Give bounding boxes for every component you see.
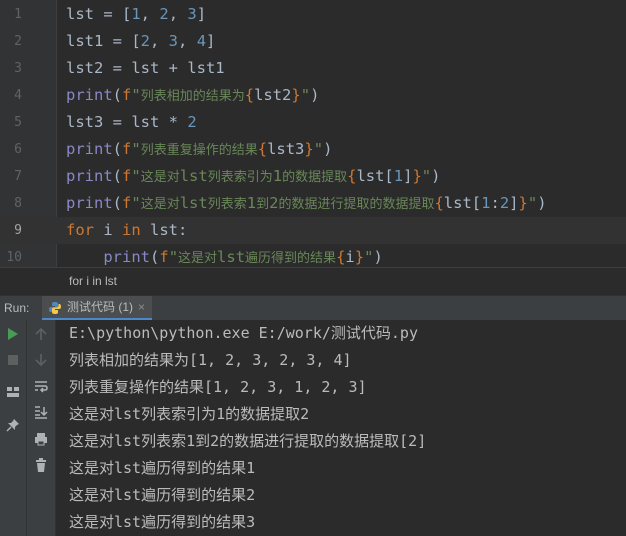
- code-text: print(f"列表相加的结果为{lst2}"): [66, 86, 320, 104]
- breadcrumb-item[interactable]: for i in lst: [69, 268, 117, 295]
- code-text: lst1 = [2, 3, 4]: [66, 32, 216, 50]
- run-tab[interactable]: 测试代码 (1) ×: [42, 296, 152, 320]
- line-number: 6: [14, 142, 22, 157]
- line-number: 4: [14, 88, 22, 103]
- code-line[interactable]: 10 print(f"这是对lst遍历得到的结果{i}"): [0, 244, 626, 267]
- code-line[interactable]: 8 print(f"这是对lst列表索1到2的数据进行提取的数据提取{lst[1:…: [0, 190, 626, 217]
- code-text: lst3 = lst * 2: [66, 113, 197, 131]
- console-line: 这是对lst列表索1到2的数据进行提取的数据提取[2]: [69, 432, 427, 450]
- code-text: print(f"这是对lst列表索1到2的数据进行提取的数据提取{lst[1:2…: [66, 194, 547, 212]
- run-left-toolbar: [0, 320, 27, 536]
- line-number: 10: [6, 250, 22, 265]
- stop-icon[interactable]: [5, 352, 21, 368]
- console-line: 列表相加的结果为[1, 2, 3, 2, 3, 4]: [69, 351, 352, 369]
- console-line: 这是对lst遍历得到的结果2: [69, 486, 256, 504]
- line-number: 3: [14, 61, 22, 76]
- console-line: 这是对lst列表索引为1的数据提取2: [69, 405, 310, 423]
- soft-wrap-icon[interactable]: [33, 378, 49, 394]
- down-arrow-icon[interactable]: [33, 352, 49, 368]
- code-text: lst = [1, 2, 3]: [66, 5, 207, 23]
- code-line[interactable]: 2 lst1 = [2, 3, 4]: [0, 28, 626, 55]
- console-line: 这是对lst遍历得到的结果1: [69, 459, 256, 477]
- line-number: 8: [14, 196, 22, 211]
- line-number: 2: [14, 34, 22, 49]
- line-number: 7: [14, 169, 22, 184]
- close-tab-icon[interactable]: ×: [138, 296, 145, 318]
- code-line[interactable]: 3 lst2 = lst + lst1: [0, 55, 626, 82]
- code-line[interactable]: 1 lst = [1, 2, 3]: [0, 1, 626, 28]
- run-label: Run:: [4, 301, 30, 315]
- python-icon: [49, 302, 61, 314]
- code-text: print(f"这是对lst列表索引为1的数据提取{lst[1]}"): [66, 167, 441, 185]
- line-number: 9: [14, 223, 22, 238]
- run-tab-label: 测试代码 (1): [67, 300, 134, 314]
- layout-icon[interactable]: [5, 384, 21, 400]
- print-icon[interactable]: [33, 431, 49, 447]
- code-text: for i in lst:: [66, 221, 188, 239]
- code-text: lst2 = lst + lst1: [66, 59, 225, 77]
- trash-icon[interactable]: [33, 457, 49, 473]
- code-line[interactable]: 7 print(f"这是对lst列表索引为1的数据提取{lst[1]}"): [0, 163, 626, 190]
- line-number: 1: [14, 7, 22, 22]
- run-secondary-toolbar: [27, 320, 56, 536]
- run-icon[interactable]: [5, 326, 21, 342]
- console-line: 这是对lst遍历得到的结果3: [69, 513, 256, 531]
- line-number: 5: [14, 115, 22, 130]
- console-output[interactable]: E:\python\python.exe E:/work/测试代码.py 列表相…: [56, 320, 626, 536]
- scroll-to-end-icon[interactable]: [33, 404, 49, 420]
- breadcrumb[interactable]: for i in lst: [0, 267, 626, 295]
- console-line: E:\python\python.exe E:/work/测试代码.py: [69, 324, 418, 342]
- code-text: print(f"这是对lst遍历得到的结果{i}"): [103, 248, 383, 266]
- code-line[interactable]: 4 print(f"列表相加的结果为{lst2}"): [0, 82, 626, 109]
- code-line[interactable]: 5 lst3 = lst * 2: [0, 109, 626, 136]
- up-arrow-icon[interactable]: [33, 326, 49, 342]
- pin-icon[interactable]: [5, 417, 21, 433]
- console-line: 列表重复操作的结果[1, 2, 3, 1, 2, 3]: [69, 378, 367, 396]
- code-text: print(f"列表重复操作的结果{lst3}"): [66, 140, 333, 158]
- code-line[interactable]: 6 print(f"列表重复操作的结果{lst3}"): [0, 136, 626, 163]
- run-toolbar: Run: 测试代码 (1) ×: [0, 295, 626, 321]
- code-editor[interactable]: 1 lst = [1, 2, 3] 2 lst1 = [2, 3, 4] 3 lst2 =…: [0, 0, 626, 267]
- code-line[interactable]: 9 for i in lst:: [0, 217, 626, 244]
